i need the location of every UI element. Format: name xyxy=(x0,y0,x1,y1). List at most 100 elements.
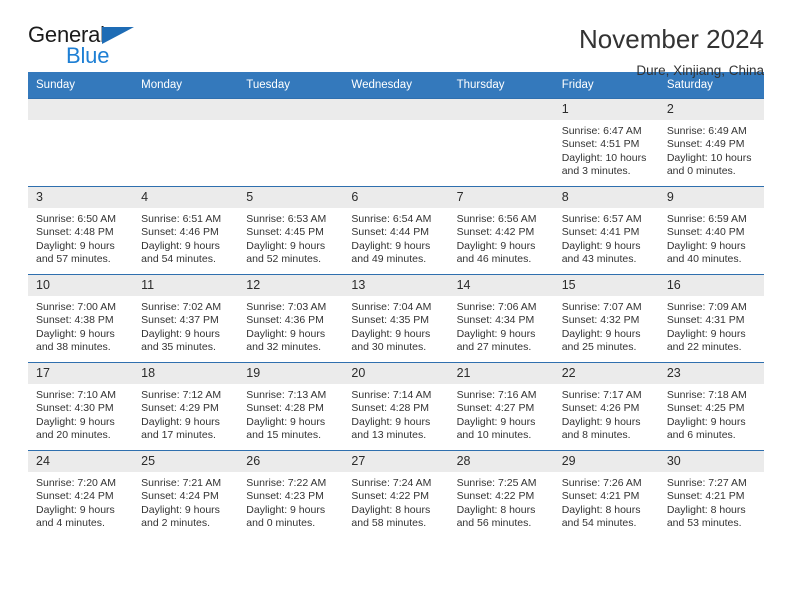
calendar-day-cell[interactable]: 28 Sunrise: 7:25 AM Sunset: 4:22 PM Dayligh… xyxy=(448,450,554,538)
sunset-text: Sunset: 4:25 PM xyxy=(666,402,745,415)
day-number: 9 xyxy=(658,187,764,208)
calendar-day-cell[interactable]: 20 Sunrise: 7:14 AM Sunset: 4:28 PM Dayligh… xyxy=(343,362,449,451)
daylight-text-line2: and 27 minutes. xyxy=(456,340,532,353)
day-number: 13 xyxy=(343,275,449,296)
daylight-text-line1: Daylight: 8 hours xyxy=(456,503,536,516)
calendar-day-cell[interactable]: 14 Sunrise: 7:06 AM Sunset: 4:34 PM Dayligh… xyxy=(448,274,554,363)
calendar-day-cell-empty xyxy=(28,98,134,187)
general-blue-logo[interactable]: General Blue xyxy=(28,24,148,72)
day-details xyxy=(343,120,448,125)
day-details: Sunrise: 6:49 AM Sunset: 4:49 PM Daylight:… xyxy=(659,120,764,178)
sunrise-text: Sunrise: 7:18 AM xyxy=(666,389,747,401)
calendar-day-cell[interactable]: 1 Sunrise: 6:47 AM Sunset: 4:51 PM Daylight… xyxy=(553,98,659,187)
daylight-text-line1: Daylight: 9 hours xyxy=(456,415,536,428)
sunset-text: Sunset: 4:23 PM xyxy=(246,490,324,503)
calendar-week-row: 1 Sunrise: 6:47 AM Sunset: 4:51 PM Daylight… xyxy=(28,98,764,187)
sunrise-text: Sunrise: 7:20 AM xyxy=(36,477,116,489)
day-number xyxy=(133,99,239,120)
sunrise-text: Sunrise: 7:27 AM xyxy=(666,477,747,489)
calendar-day-cell[interactable]: 26 Sunrise: 7:22 AM Sunset: 4:23 PM Dayligh… xyxy=(238,450,344,538)
location-subtitle: Dure, Xinjiang, China xyxy=(636,62,764,78)
day-number: 22 xyxy=(553,363,659,384)
daylight-text-line1: Daylight: 9 hours xyxy=(351,239,431,252)
calendar-day-cell[interactable]: 27 Sunrise: 7:24 AM Sunset: 4:22 PM Dayligh… xyxy=(343,450,449,538)
calendar-day-cell[interactable]: 8 Sunrise: 6:57 AM Sunset: 4:41 PM Daylight… xyxy=(553,186,659,275)
sunrise-text: Sunrise: 6:54 AM xyxy=(351,213,432,225)
day-number: 11 xyxy=(133,275,239,296)
calendar-day-cell[interactable]: 6 Sunrise: 6:54 AM Sunset: 4:44 PM Daylight… xyxy=(343,186,449,275)
sunset-text: Sunset: 4:35 PM xyxy=(351,314,430,327)
calendar-page: General Blue November 2024 Dure, Xinjian… xyxy=(0,0,792,612)
daylight-text-line1: Daylight: 9 hours xyxy=(36,415,115,428)
weekday-header-monday: Monday xyxy=(133,72,239,99)
day-details: Sunrise: 6:56 AM Sunset: 4:42 PM Daylight:… xyxy=(449,208,554,266)
day-number: 18 xyxy=(133,363,239,384)
daylight-text-line2: and 0 minutes. xyxy=(246,516,316,529)
calendar-day-cell[interactable]: 19 Sunrise: 7:13 AM Sunset: 4:28 PM Dayligh… xyxy=(238,362,344,451)
daylight-text-line2: and 15 minutes. xyxy=(246,428,321,441)
calendar-day-cell[interactable]: 22 Sunrise: 7:17 AM Sunset: 4:26 PM Dayligh… xyxy=(553,362,659,451)
day-details: Sunrise: 6:59 AM Sunset: 4:40 PM Daylight:… xyxy=(659,208,764,266)
day-details: Sunrise: 6:53 AM Sunset: 4:45 PM Daylight:… xyxy=(238,208,343,266)
day-number: 30 xyxy=(658,451,764,472)
sunset-text: Sunset: 4:46 PM xyxy=(141,226,219,239)
day-number: 2 xyxy=(658,99,764,120)
sunrise-text: Sunrise: 6:53 AM xyxy=(246,213,327,225)
sunset-text: Sunset: 4:31 PM xyxy=(666,314,745,327)
daylight-text-line1: Daylight: 9 hours xyxy=(36,503,115,516)
day-number: 21 xyxy=(448,363,554,384)
day-number: 12 xyxy=(238,275,344,296)
calendar-day-cell[interactable]: 29 Sunrise: 7:26 AM Sunset: 4:21 PM Dayligh… xyxy=(553,450,659,538)
sunrise-text: Sunrise: 6:59 AM xyxy=(666,213,747,225)
calendar-day-cell[interactable]: 12 Sunrise: 7:03 AM Sunset: 4:36 PM Dayligh… xyxy=(238,274,344,363)
sunset-text: Sunset: 4:21 PM xyxy=(666,490,745,503)
daylight-text-line1: Daylight: 9 hours xyxy=(141,503,220,516)
calendar-day-cell[interactable]: 21 Sunrise: 7:16 AM Sunset: 4:27 PM Dayligh… xyxy=(448,362,554,451)
calendar-day-cell[interactable]: 7 Sunrise: 6:56 AM Sunset: 4:42 PM Daylight… xyxy=(448,186,554,275)
calendar-day-cell[interactable]: 13 Sunrise: 7:04 AM Sunset: 4:35 PM Dayligh… xyxy=(343,274,449,363)
calendar-day-cell[interactable]: 24 Sunrise: 7:20 AM Sunset: 4:24 PM Dayligh… xyxy=(28,450,134,538)
sunrise-text: Sunrise: 6:47 AM xyxy=(561,125,642,137)
daylight-text-line2: and 54 minutes. xyxy=(141,252,216,265)
calendar-day-cell[interactable]: 25 Sunrise: 7:21 AM Sunset: 4:24 PM Dayligh… xyxy=(133,450,239,538)
calendar-day-cell[interactable]: 3 Sunrise: 6:50 AM Sunset: 4:48 PM Daylight… xyxy=(28,186,134,275)
sunset-text: Sunset: 4:21 PM xyxy=(561,490,640,503)
calendar-day-cell[interactable]: 30 Sunrise: 7:27 AM Sunset: 4:21 PM Dayligh… xyxy=(658,450,764,538)
sunset-text: Sunset: 4:28 PM xyxy=(246,402,324,415)
day-details: Sunrise: 7:02 AM Sunset: 4:37 PM Daylight:… xyxy=(133,296,238,354)
day-details: Sunrise: 7:03 AM Sunset: 4:36 PM Daylight:… xyxy=(238,296,343,354)
calendar-day-cell[interactable]: 23 Sunrise: 7:18 AM Sunset: 4:25 PM Dayligh… xyxy=(658,362,764,451)
calendar-day-cell[interactable]: 17 Sunrise: 7:10 AM Sunset: 4:30 PM Dayligh… xyxy=(28,362,134,451)
calendar-day-cell[interactable]: 15 Sunrise: 7:07 AM Sunset: 4:32 PM Dayligh… xyxy=(553,274,659,363)
sunrise-text: Sunrise: 7:03 AM xyxy=(246,301,327,313)
day-number: 23 xyxy=(658,363,764,384)
daylight-text-line2: and 58 minutes. xyxy=(351,516,427,529)
sunset-text: Sunset: 4:45 PM xyxy=(246,226,324,239)
day-number: 20 xyxy=(343,363,449,384)
day-number: 10 xyxy=(28,275,134,296)
calendar-day-cell[interactable]: 9 Sunrise: 6:59 AM Sunset: 4:40 PM Daylight… xyxy=(658,186,764,275)
daylight-text-line2: and 57 minutes. xyxy=(36,252,111,265)
sunrise-text: Sunrise: 7:02 AM xyxy=(141,301,222,313)
daylight-text-line1: Daylight: 9 hours xyxy=(561,239,641,252)
day-details: Sunrise: 7:12 AM Sunset: 4:29 PM Daylight:… xyxy=(133,384,238,442)
calendar-day-cell[interactable]: 16 Sunrise: 7:09 AM Sunset: 4:31 PM Dayligh… xyxy=(658,274,764,363)
calendar-day-cell[interactable]: 2 Sunrise: 6:49 AM Sunset: 4:49 PM Daylight… xyxy=(658,98,764,187)
day-details: Sunrise: 7:13 AM Sunset: 4:28 PM Daylight:… xyxy=(238,384,343,442)
daylight-text-line1: Daylight: 9 hours xyxy=(351,415,431,428)
weekday-header-sunday: Sunday xyxy=(28,72,134,99)
calendar-day-cell[interactable]: 10 Sunrise: 7:00 AM Sunset: 4:38 PM Dayligh… xyxy=(28,274,134,363)
day-details: Sunrise: 7:14 AM Sunset: 4:28 PM Daylight:… xyxy=(343,384,448,442)
day-details: Sunrise: 7:06 AM Sunset: 4:34 PM Daylight:… xyxy=(449,296,554,354)
calendar-day-cell[interactable]: 4 Sunrise: 6:51 AM Sunset: 4:46 PM Daylight… xyxy=(133,186,239,275)
daylight-text-line2: and 54 minutes. xyxy=(561,516,637,529)
daylight-text-line1: Daylight: 9 hours xyxy=(246,415,326,428)
daylight-text-line2: and 52 minutes. xyxy=(246,252,321,265)
page-title: November 2024 xyxy=(579,24,764,54)
calendar-day-cell[interactable]: 18 Sunrise: 7:12 AM Sunset: 4:29 PM Dayligh… xyxy=(133,362,239,451)
calendar-day-cell[interactable]: 5 Sunrise: 6:53 AM Sunset: 4:45 PM Daylight… xyxy=(238,186,344,275)
day-details: Sunrise: 7:20 AM Sunset: 4:24 PM Daylight:… xyxy=(28,472,133,530)
day-details: Sunrise: 7:00 AM Sunset: 4:38 PM Daylight:… xyxy=(28,296,133,354)
calendar-day-cell[interactable]: 11 Sunrise: 7:02 AM Sunset: 4:37 PM Dayligh… xyxy=(133,274,239,363)
daylight-text-line1: Daylight: 8 hours xyxy=(561,503,641,516)
